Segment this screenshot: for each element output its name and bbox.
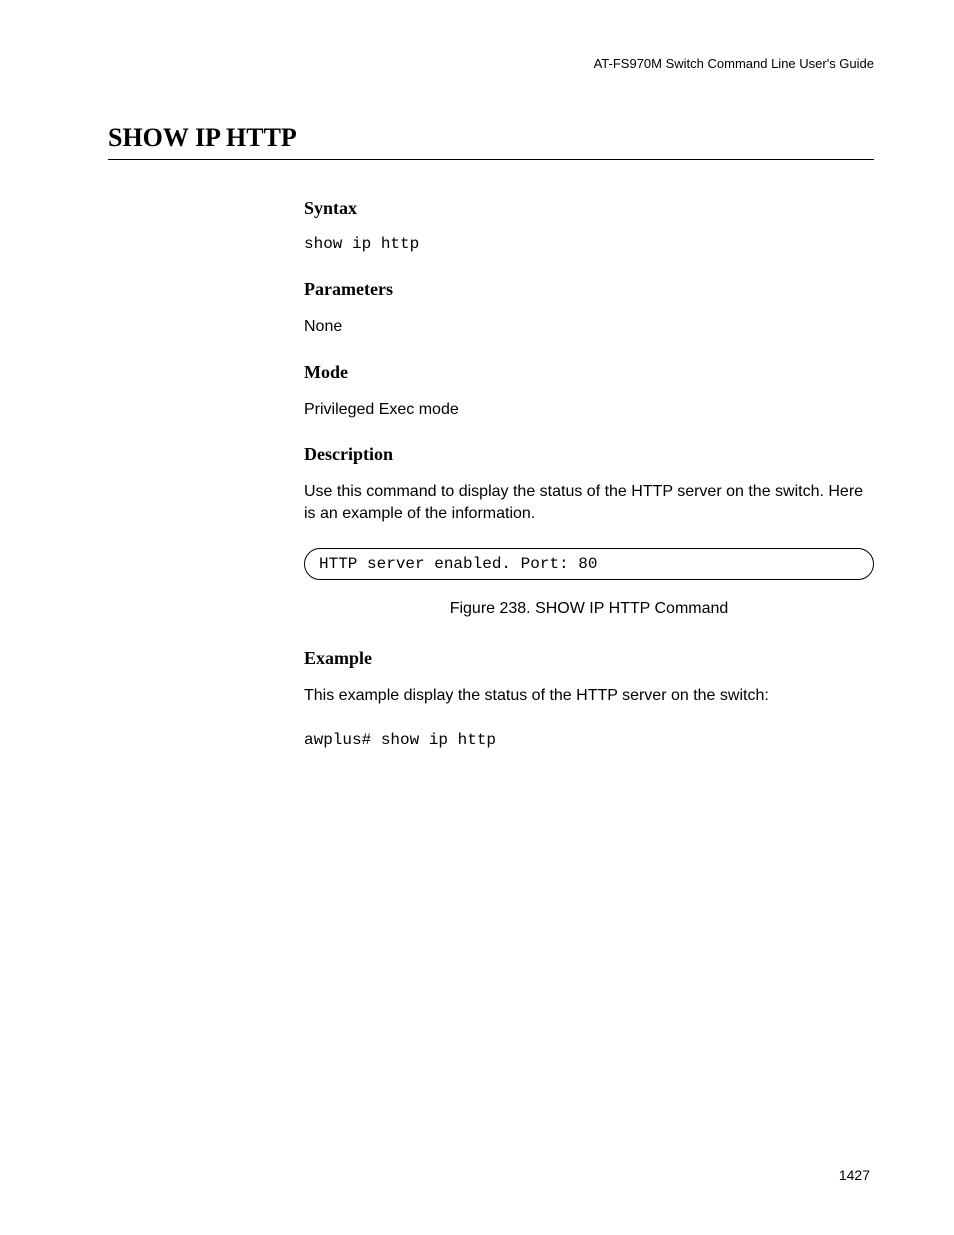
page-title: SHOW IP HTTP xyxy=(108,123,874,160)
parameters-heading: Parameters xyxy=(304,279,874,300)
figure-caption: Figure 238. SHOW IP HTTP Command xyxy=(304,600,874,618)
output-box: HTTP server enabled. Port: 80 xyxy=(304,548,874,580)
running-head: AT-FS970M Switch Command Line User's Gui… xyxy=(108,56,874,71)
mode-text: Privileged Exec mode xyxy=(304,399,874,421)
syntax-heading: Syntax xyxy=(304,198,874,219)
example-text: This example display the status of the H… xyxy=(304,685,874,707)
example-heading: Example xyxy=(304,648,874,669)
page-number: 1427 xyxy=(839,1167,870,1183)
output-text: HTTP server enabled. Port: 80 xyxy=(319,555,859,573)
description-text: Use this command to display the status o… xyxy=(304,481,874,524)
content-area: Syntax show ip http Parameters None Mode… xyxy=(108,198,874,749)
example-code: awplus# show ip http xyxy=(304,731,874,749)
description-heading: Description xyxy=(304,444,874,465)
syntax-code: show ip http xyxy=(304,235,874,253)
parameters-text: None xyxy=(304,316,874,338)
mode-heading: Mode xyxy=(304,362,874,383)
